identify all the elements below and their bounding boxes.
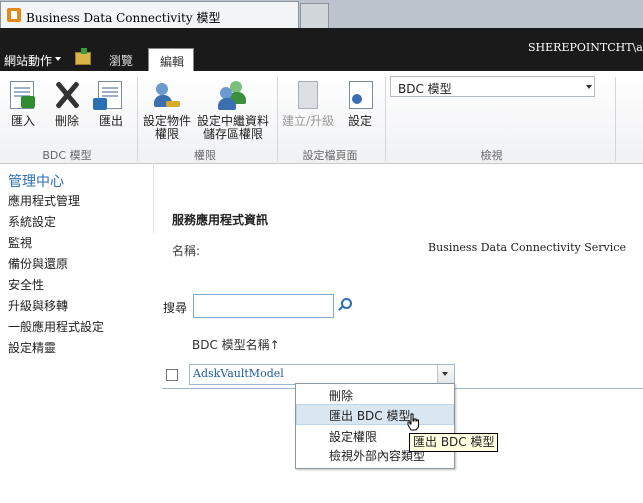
group-divider <box>615 77 616 161</box>
navigate-up-icon[interactable] <box>75 48 91 65</box>
import-icon <box>10 81 35 109</box>
ribbon-top-bar: 網站動作 瀏覽 編輯 SHEREPOINTCHT\adm <box>0 28 643 72</box>
create-upgrade-button[interactable]: 建立/升級 <box>280 77 336 133</box>
import-button[interactable]: 匯入 <box>4 77 42 133</box>
group-label-bdc-model: BDC 模型 <box>42 149 92 162</box>
quick-launch-title[interactable]: 管理中心 <box>8 171 64 191</box>
model-name-link[interactable]: AdskVaultModel <box>193 367 284 380</box>
search-icon[interactable] <box>341 298 352 309</box>
row-checkbox[interactable] <box>166 369 178 381</box>
name-label: 名稱: <box>172 244 201 258</box>
set-object-permissions-button[interactable]: 設定物件 權限 <box>140 77 194 145</box>
ribbon: 匯入 刪除 匯出 BDC 模型 設定物件 權限 設定中繼資料 儲存區權限 權限 … <box>0 71 643 164</box>
sidebar-item-application-management[interactable]: 應用程式管理 <box>8 192 80 209</box>
new-tab-button[interactable] <box>300 3 329 28</box>
sidebar-item-backup-restore[interactable]: 備份與還原 <box>8 255 68 272</box>
content-divider <box>153 163 154 233</box>
hand-cursor-icon <box>407 413 419 431</box>
settings-button[interactable]: 設定 <box>340 77 380 133</box>
export-icon <box>93 81 122 110</box>
name-value: Business Data Connectivity Service <box>428 241 626 254</box>
search-input[interactable] <box>193 294 334 318</box>
tooltip: 匯出 BDC 模型 <box>409 433 499 452</box>
delete-button[interactable]: 刪除 <box>48 77 86 133</box>
group-divider <box>385 77 386 161</box>
settings-page-icon <box>349 81 373 109</box>
section-title: 服務應用程式資訊 <box>172 213 269 227</box>
chevron-down-icon[interactable] <box>586 85 592 89</box>
group-label-permissions: 權限 <box>194 149 216 162</box>
sidebar-item-configuration-wizards[interactable]: 設定精靈 <box>8 339 56 356</box>
group-label-profile-pages: 設定檔頁面 <box>302 149 358 162</box>
create-upgrade-icon <box>298 81 318 109</box>
set-metadata-store-permissions-button[interactable]: 設定中繼資料 儲存區權限 <box>196 77 270 145</box>
menu-item-delete[interactable]: 刪除 <box>296 384 452 404</box>
chevron-down-icon <box>55 57 61 61</box>
tab-browse[interactable]: 瀏覽 <box>109 52 133 69</box>
delete-icon <box>53 81 81 109</box>
sidebar-item-security[interactable]: 安全性 <box>8 276 44 293</box>
export-button[interactable]: 匯出 <box>92 77 130 133</box>
user-name[interactable]: SHEREPOINTCHT\adm <box>528 41 643 54</box>
people-group-icon <box>218 81 248 110</box>
tab-edit-label[interactable]: 編輯 <box>160 53 184 70</box>
search-label: 搜尋 <box>163 301 188 315</box>
sidebar-item-upgrade-migration[interactable]: 升級與移轉 <box>8 297 68 314</box>
menu-item-export-bdc-model[interactable]: 匯出 BDC 模型 <box>296 404 454 425</box>
browser-tab[interactable]: Business Data Connectivity 模型 <box>0 1 299 28</box>
group-divider <box>137 77 138 161</box>
sharepoint-favicon-icon <box>7 8 21 22</box>
column-header-model-name[interactable]: BDC 模型名稱↑ <box>192 336 280 353</box>
chevron-down-icon[interactable] <box>442 372 448 376</box>
sidebar-item-general-settings[interactable]: 一般應用程式設定 <box>8 318 104 335</box>
group-label-view: 檢視 <box>480 149 503 162</box>
site-actions-menu[interactable]: 網站動作 <box>4 52 52 69</box>
view-select-value[interactable]: BDC 模型 <box>398 80 452 97</box>
browser-tab-title: Business Data Connectivity 模型 <box>26 11 221 25</box>
sidebar-item-monitoring[interactable]: 監視 <box>8 234 32 251</box>
sidebar-item-system-settings[interactable]: 系統設定 <box>8 213 56 230</box>
people-key-icon <box>154 81 180 109</box>
group-divider <box>277 77 278 161</box>
